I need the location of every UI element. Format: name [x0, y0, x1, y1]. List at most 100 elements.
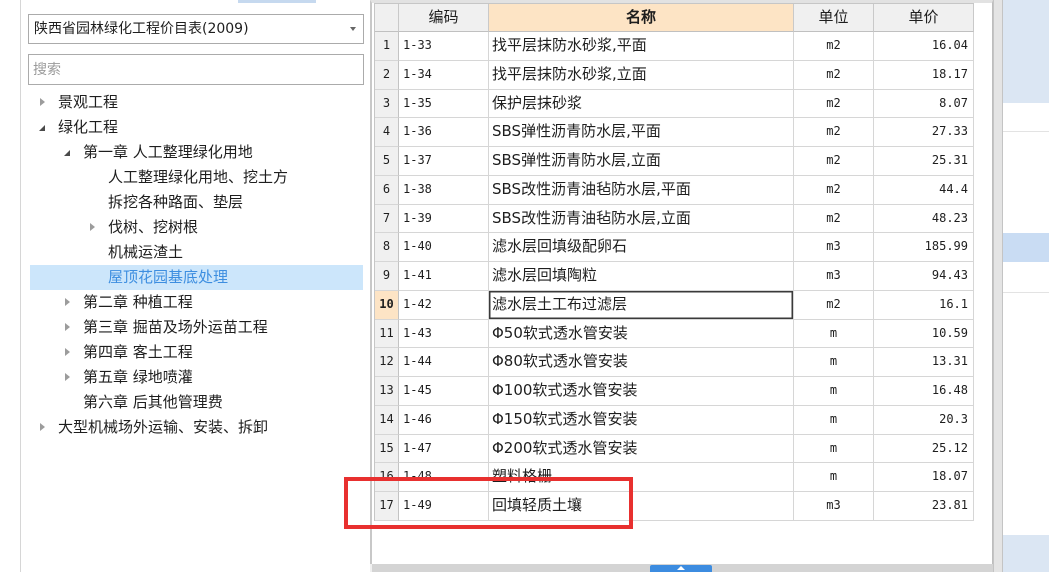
- table-row[interactable]: 12 1-44 Φ80软式透水管安装 m 13.31: [375, 348, 974, 377]
- code-cell[interactable]: 1-44: [399, 348, 489, 377]
- row-number-cell[interactable]: 12: [375, 348, 399, 377]
- name-cell[interactable]: 滤水层土工布过滤层: [489, 290, 794, 320]
- code-cell[interactable]: 1-49: [399, 492, 489, 521]
- name-cell[interactable]: Φ150软式透水管安装: [489, 405, 794, 435]
- row-number-cell[interactable]: 7: [375, 204, 399, 234]
- triangle-down-icon[interactable]: [39, 125, 45, 131]
- tree-item[interactable]: 第二章 种植工程: [30, 290, 363, 315]
- column-header-code[interactable]: 编码: [399, 4, 489, 32]
- unit-cell[interactable]: m: [794, 463, 874, 492]
- price-cell[interactable]: 16.1: [874, 290, 974, 320]
- price-list-select[interactable]: 陕西省园林绿化工程价目表(2009): [28, 14, 364, 44]
- table-row[interactable]: 15 1-47 Φ200软式透水管安装 m 25.12: [375, 434, 974, 464]
- price-cell[interactable]: 18.17: [874, 60, 974, 90]
- triangle-right-icon[interactable]: [65, 373, 70, 381]
- row-number-cell[interactable]: 9: [375, 262, 399, 291]
- unit-cell[interactable]: m3: [794, 262, 874, 291]
- name-cell[interactable]: SBS弹性沥青防水层,平面: [489, 118, 794, 147]
- row-number-cell[interactable]: 1: [375, 32, 399, 61]
- code-cell[interactable]: 1-41: [399, 262, 489, 291]
- code-cell[interactable]: 1-40: [399, 233, 489, 262]
- splitter-handle[interactable]: [650, 565, 712, 572]
- price-cell[interactable]: 44.4: [874, 175, 974, 205]
- table-row[interactable]: 7 1-39 SBS改性沥青油毡防水层,立面 m2 48.23: [375, 204, 974, 234]
- price-cell[interactable]: 94.43: [874, 262, 974, 291]
- tree-item[interactable]: 拆挖各种路面、垫层: [30, 190, 363, 215]
- row-number-cell[interactable]: 11: [375, 319, 399, 349]
- price-cell[interactable]: 8.07: [874, 89, 974, 119]
- row-number-cell[interactable]: 14: [375, 405, 399, 435]
- price-cell[interactable]: 185.99: [874, 233, 974, 262]
- price-cell[interactable]: 13.31: [874, 348, 974, 377]
- triangle-right-icon[interactable]: [65, 348, 70, 356]
- name-cell[interactable]: Φ80软式透水管安装: [489, 348, 794, 377]
- code-cell[interactable]: 1-36: [399, 118, 489, 147]
- name-cell[interactable]: Φ200软式透水管安装: [489, 434, 794, 464]
- price-cell[interactable]: 18.07: [874, 463, 974, 492]
- table-row[interactable]: 16 1-48 塑料格栅 m 18.07: [375, 463, 974, 492]
- table-row[interactable]: 6 1-38 SBS改性沥青油毡防水层,平面 m2 44.4: [375, 175, 974, 205]
- table-row[interactable]: 3 1-35 保护层抹砂浆 m2 8.07: [375, 89, 974, 119]
- table-row[interactable]: 1 1-33 找平层抹防水砂浆,平面 m2 16.04: [375, 32, 974, 61]
- name-cell[interactable]: Φ50软式透水管安装: [489, 319, 794, 349]
- table-row[interactable]: 2 1-34 找平层抹防水砂浆,立面 m2 18.17: [375, 60, 974, 90]
- row-number-cell[interactable]: 4: [375, 118, 399, 147]
- name-cell[interactable]: 回填轻质土壤: [489, 492, 794, 521]
- unit-cell[interactable]: m2: [794, 147, 874, 176]
- tree-item[interactable]: 第六章 后其他管理费: [30, 390, 363, 415]
- row-number-cell[interactable]: 13: [375, 377, 399, 406]
- tree-item[interactable]: 人工整理绿化用地、挖土方: [30, 165, 363, 190]
- price-cell[interactable]: 16.48: [874, 377, 974, 406]
- panel-splitter[interactable]: [993, 0, 1003, 572]
- tree-item[interactable]: 第一章 人工整理绿化用地: [30, 140, 363, 165]
- search-input[interactable]: [28, 54, 364, 85]
- triangle-right-icon[interactable]: [90, 223, 95, 231]
- table-row[interactable]: 10 1-42 滤水层土工布过滤层 m2 16.1: [375, 290, 974, 320]
- name-cell[interactable]: 保护层抹砂浆: [489, 89, 794, 119]
- table-row[interactable]: 4 1-36 SBS弹性沥青防水层,平面 m2 27.33: [375, 118, 974, 147]
- code-cell[interactable]: 1-38: [399, 175, 489, 205]
- column-header-name[interactable]: 名称: [489, 4, 794, 32]
- row-number-cell[interactable]: 10: [375, 290, 399, 320]
- name-cell[interactable]: 找平层抹防水砂浆,平面: [489, 32, 794, 61]
- unit-cell[interactable]: m: [794, 348, 874, 377]
- price-cell[interactable]: 23.81: [874, 492, 974, 521]
- code-cell[interactable]: 1-43: [399, 319, 489, 349]
- unit-cell[interactable]: m2: [794, 89, 874, 119]
- row-number-cell[interactable]: 5: [375, 147, 399, 176]
- unit-cell[interactable]: m2: [794, 290, 874, 320]
- code-cell[interactable]: 1-34: [399, 60, 489, 90]
- unit-cell[interactable]: m2: [794, 118, 874, 147]
- code-cell[interactable]: 1-45: [399, 377, 489, 406]
- code-cell[interactable]: 1-48: [399, 463, 489, 492]
- tree-item[interactable]: 第三章 掘苗及场外运苗工程: [30, 315, 363, 340]
- row-number-cell[interactable]: 2: [375, 60, 399, 90]
- price-cell[interactable]: 48.23: [874, 204, 974, 234]
- row-number-cell[interactable]: 16: [375, 463, 399, 492]
- tree-item[interactable]: 伐树、挖树根: [30, 215, 363, 240]
- column-header-unit[interactable]: 单位: [794, 4, 874, 32]
- row-number-cell[interactable]: 6: [375, 175, 399, 205]
- price-cell[interactable]: 20.3: [874, 405, 974, 435]
- unit-cell[interactable]: m3: [794, 492, 874, 521]
- name-cell[interactable]: Φ100软式透水管安装: [489, 377, 794, 406]
- name-cell[interactable]: SBS改性沥青油毡防水层,平面: [489, 175, 794, 205]
- triangle-down-icon[interactable]: [64, 150, 70, 156]
- code-cell[interactable]: 1-47: [399, 434, 489, 464]
- chevron-down-icon[interactable]: [350, 27, 356, 31]
- triangle-right-icon[interactable]: [40, 98, 45, 106]
- unit-cell[interactable]: m: [794, 405, 874, 435]
- table-row[interactable]: 17 1-49 回填轻质土壤 m3 23.81: [375, 492, 974, 521]
- row-number-cell[interactable]: 17: [375, 492, 399, 521]
- triangle-right-icon[interactable]: [40, 423, 45, 431]
- table-row[interactable]: 9 1-41 滤水层回填陶粒 m3 94.43: [375, 262, 974, 291]
- name-cell[interactable]: 滤水层回填级配卵石: [489, 233, 794, 262]
- horizontal-splitter[interactable]: [372, 564, 993, 572]
- name-cell[interactable]: SBS弹性沥青防水层,立面: [489, 147, 794, 176]
- code-cell[interactable]: 1-39: [399, 204, 489, 234]
- tree-item[interactable]: 机械运渣土: [30, 240, 363, 265]
- unit-cell[interactable]: m: [794, 319, 874, 349]
- code-cell[interactable]: 1-46: [399, 405, 489, 435]
- tree-item[interactable]: 屋顶花园基底处理: [30, 265, 363, 290]
- table-row[interactable]: 5 1-37 SBS弹性沥青防水层,立面 m2 25.31: [375, 147, 974, 176]
